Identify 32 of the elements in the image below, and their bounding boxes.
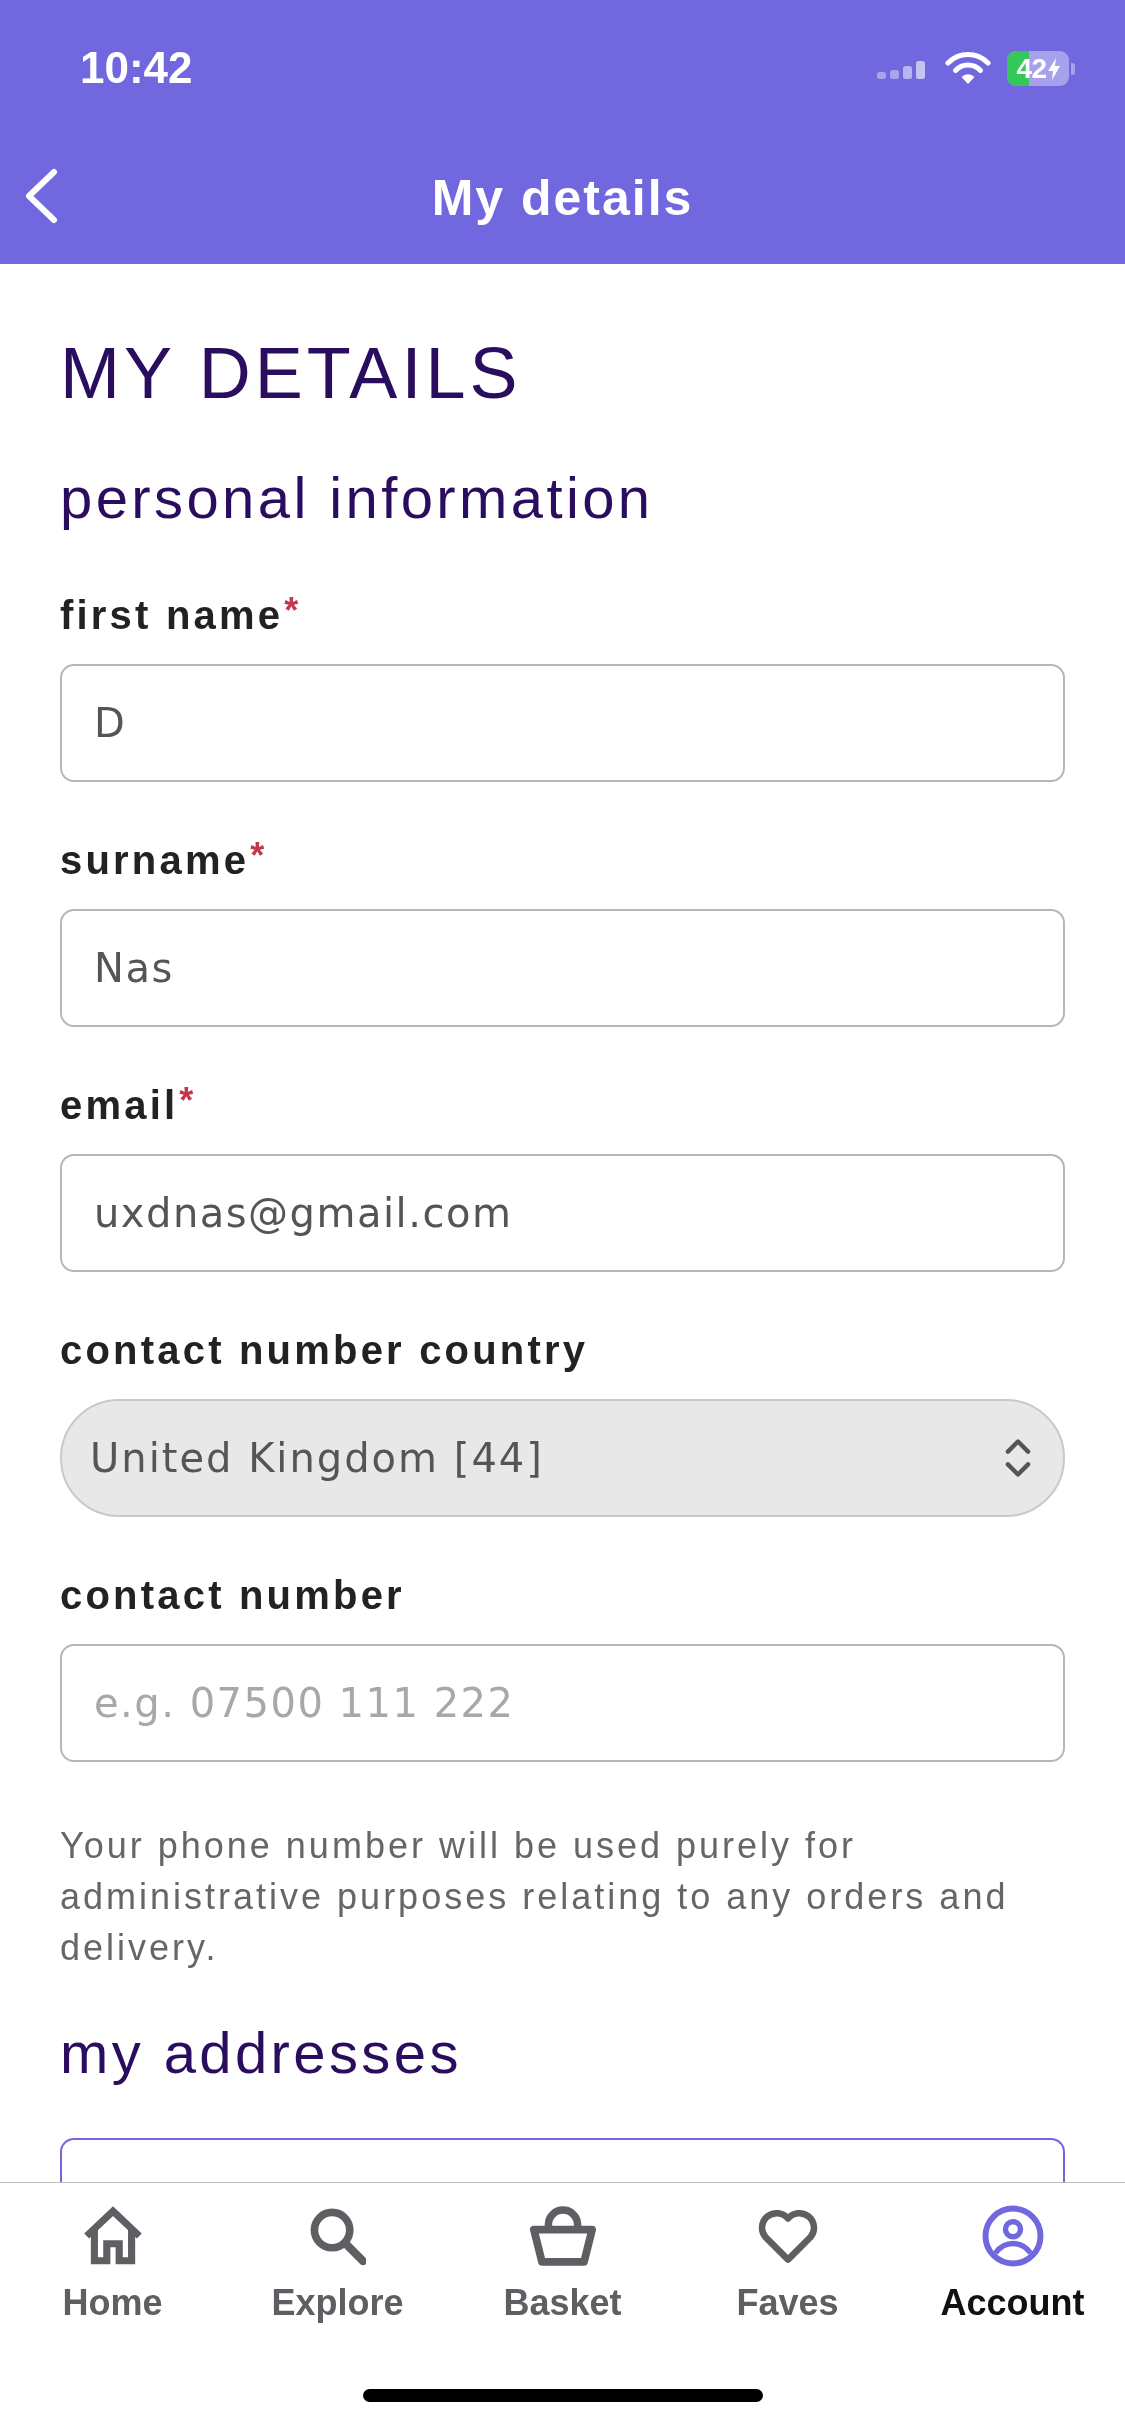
help-text: Your phone number will be used purely for administrative purposes relating to any orders and delivery. bbox=[60, 1824, 1010, 1970]
required-asterisk: * bbox=[250, 836, 265, 876]
home-icon bbox=[81, 2205, 144, 2267]
section-heading: my addresses bbox=[60, 2019, 463, 2087]
field-label: contact number country bbox=[60, 1327, 589, 1374]
status-time: 10:42 bbox=[80, 42, 193, 94]
field-label: first name bbox=[60, 592, 284, 639]
signal-icon bbox=[877, 60, 927, 79]
back-button[interactable] bbox=[24, 168, 58, 224]
chevron-up-down-icon bbox=[1003, 1436, 1033, 1480]
tab-item[interactable]: Faves bbox=[675, 2183, 900, 2325]
account-icon bbox=[981, 2205, 1044, 2267]
input-field[interactable]: Nas bbox=[60, 909, 1065, 1027]
required-asterisk: * bbox=[179, 1081, 194, 1121]
tab-item[interactable]: Account bbox=[900, 2183, 1125, 2325]
section-heading: personal information bbox=[60, 464, 655, 532]
required-asterisk: * bbox=[284, 591, 299, 631]
page-title: MY DETAILS bbox=[60, 332, 523, 415]
tab-item[interactable]: Explore bbox=[225, 2183, 450, 2325]
tab-item[interactable]: Basket bbox=[450, 2183, 675, 2325]
input-field[interactable]: e.g. 07500 111 222 bbox=[60, 1644, 1065, 1762]
tab-item[interactable]: Home bbox=[0, 2183, 225, 2325]
field-label: surname bbox=[60, 837, 250, 884]
input-field[interactable]: uxdnas@gmail.com bbox=[60, 1154, 1065, 1272]
dropdown-field[interactable]: United Kingdom [44] bbox=[60, 1399, 1065, 1517]
basket-icon bbox=[528, 2205, 597, 2267]
header-title: My details bbox=[431, 169, 694, 228]
field-label: email bbox=[60, 1082, 179, 1129]
input-field[interactable]: D bbox=[60, 664, 1065, 782]
field-label: contact number bbox=[60, 1572, 405, 1619]
wifi-icon bbox=[945, 52, 991, 85]
back-chevron-icon bbox=[24, 168, 58, 224]
